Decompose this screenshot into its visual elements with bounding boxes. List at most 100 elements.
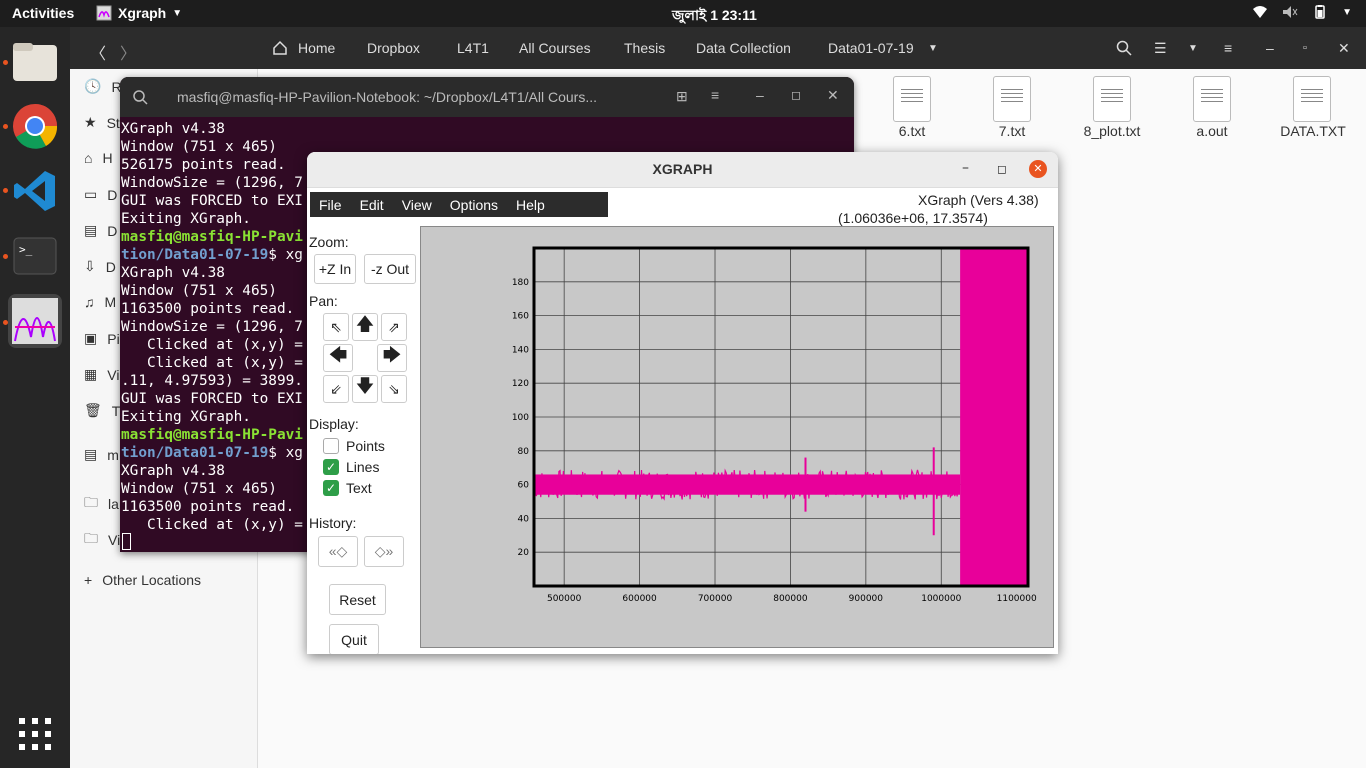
history-forward-icon[interactable]: ◇» (364, 536, 404, 567)
x-tick-label: 1000000 (921, 594, 961, 604)
pan-up-icon[interactable]: 🡅 (352, 313, 378, 341)
search-icon[interactable] (133, 90, 148, 105)
file-name[interactable]: 7.txt (962, 123, 1062, 139)
breadcrumb-l4t1[interactable]: L4T1 (457, 40, 489, 56)
file-name[interactable]: a.out (1162, 123, 1262, 139)
app-menu[interactable]: Xgraph ▼ (96, 5, 182, 21)
terminal-titlebar[interactable]: masfiq@masfiq-HP-Pavilion-Notebook: ~/Dr… (120, 77, 854, 117)
vscode-icon[interactable] (8, 164, 62, 218)
xgraph-titlebar[interactable]: XGRAPH – ◻ ✕ (307, 152, 1058, 188)
sidebar-item-downloads[interactable]: ⇩ D (84, 258, 116, 275)
plus-icon: + (84, 572, 93, 588)
breadcrumb-home[interactable]: Home (298, 40, 335, 56)
activities-button[interactable]: Activities (12, 5, 74, 21)
breadcrumb-all-courses[interactable]: All Courses (519, 40, 591, 56)
home-icon: ⌂ (84, 150, 93, 166)
sidebar-item-trash[interactable]: 🗑 Tr (84, 402, 124, 419)
clock-icon: 🕓 (84, 78, 102, 94)
volume-icon (1283, 6, 1298, 18)
sidebar-item-other-locations[interactable]: + Other Locations (84, 572, 201, 588)
sidebar-item-desktop[interactable]: ▭ D (84, 186, 117, 203)
file-name[interactable]: 6.txt (862, 123, 962, 139)
lines-checkbox[interactable]: ✓ (323, 459, 339, 475)
home-icon (273, 40, 287, 55)
pan-down-icon[interactable]: 🡇 (352, 375, 378, 403)
reset-button[interactable]: Reset (329, 584, 386, 615)
menu-options[interactable]: Options (441, 192, 507, 217)
maximize-icon[interactable]: ◻ (791, 88, 801, 102)
x-tick-label: 900000 (849, 594, 884, 604)
sidebar-item-folder-vi[interactable]: 🗀 Vi (84, 528, 120, 552)
new-tab-icon[interactable]: ⊞ (676, 88, 688, 105)
sidebar-item-home[interactable]: ⌂ H (84, 150, 113, 166)
list-view-icon[interactable]: ☰ (1154, 40, 1167, 57)
binary-file-icon[interactable] (1193, 76, 1231, 122)
close-icon[interactable]: ✕ (1338, 40, 1350, 57)
pan-up-right-icon[interactable]: ⇗ (381, 313, 407, 341)
pan-left-icon[interactable]: 🡄 (323, 344, 353, 372)
text-file-icon[interactable] (993, 76, 1031, 122)
search-icon[interactable] (1116, 40, 1132, 56)
chrome-icon[interactable] (8, 99, 62, 153)
points-checkbox[interactable] (323, 438, 339, 454)
pan-down-right-icon[interactable]: ⇘ (381, 375, 407, 403)
breadcrumb-thesis[interactable]: Thesis (624, 40, 665, 56)
menu-edit[interactable]: Edit (351, 192, 393, 217)
menu-file[interactable]: File (310, 192, 351, 217)
music-icon: ♫ (84, 294, 95, 310)
terminal-title: masfiq@masfiq-HP-Pavilion-Notebook: ~/Dr… (177, 89, 597, 105)
text-file-icon[interactable] (1093, 76, 1131, 122)
chart-svg[interactable]: 500000 600000 700000 800000 900000 1000000 110… (421, 227, 1053, 647)
minimize-icon[interactable]: – (962, 160, 969, 176)
zoom-in-button[interactable]: +Z In (314, 254, 356, 284)
chevron-down-icon[interactable]: ▼ (1188, 43, 1198, 54)
close-icon[interactable]: ✕ (1029, 160, 1047, 178)
text-checkbox[interactable]: ✓ (323, 480, 339, 496)
menu-icon[interactable]: ≡ (1224, 40, 1232, 56)
menu-icon[interactable]: ≡ (711, 87, 719, 103)
x-tick-label: 500000 (547, 594, 582, 604)
clock[interactable]: জুলাই 1 23:11 (672, 4, 757, 28)
show-apps-icon[interactable] (8, 707, 62, 761)
pan-down-left-icon[interactable]: ⇙ (323, 375, 349, 403)
pan-right-icon[interactable]: 🡆 (377, 344, 407, 372)
file-name[interactable]: 8_plot.txt (1062, 123, 1162, 139)
sidebar-item-starred[interactable]: ★ St (84, 114, 120, 131)
menu-help[interactable]: Help (507, 192, 554, 217)
quit-button[interactable]: Quit (329, 624, 379, 654)
sidebar-item-drive[interactable]: ▤ m (84, 446, 119, 463)
xgraph-dock-icon[interactable] (8, 294, 62, 348)
breadcrumb-data01-07-19[interactable]: Data01-07-19 (828, 40, 914, 56)
history-back-icon[interactable]: «◇ (318, 536, 358, 567)
back-icon[interactable]: 〈 (90, 40, 106, 64)
maximize-icon[interactable]: ◻ (997, 162, 1007, 176)
maximize-icon[interactable]: ▫ (1303, 42, 1307, 54)
files-app-icon[interactable] (8, 35, 62, 89)
breadcrumb-data-collection[interactable]: Data Collection (696, 40, 791, 56)
series-saturated-region (960, 248, 1028, 586)
breadcrumb-dropbox[interactable]: Dropbox (367, 40, 420, 56)
chevron-down-icon[interactable]: ▼ (928, 43, 938, 54)
sidebar-item-folder-la[interactable]: 🗀 la (84, 492, 119, 516)
terminal-icon[interactable]: >_ (8, 229, 62, 283)
close-icon[interactable]: ✕ (827, 87, 839, 104)
sidebar-item-videos[interactable]: ▦ Vi (84, 366, 119, 383)
minimize-icon[interactable]: – (756, 87, 764, 103)
sidebar-item-documents[interactable]: ▤ D (84, 222, 117, 239)
zoom-out-button[interactable]: -z Out (364, 254, 416, 284)
system-tray[interactable]: ▼ (1252, 5, 1352, 19)
file-name[interactable]: DATA.TXT (1263, 123, 1363, 139)
text-file-icon[interactable] (893, 76, 931, 122)
minimize-icon[interactable]: – (1266, 40, 1274, 56)
sidebar-item-pictures[interactable]: ▣ Pi (84, 330, 120, 347)
y-tick-label: 80 (518, 447, 530, 457)
xgraph-window[interactable]: XGRAPH – ◻ ✕ File Edit View Options Help… (307, 152, 1058, 654)
xgraph-app-icon (96, 5, 112, 21)
sidebar-item-music[interactable]: ♫ M (84, 294, 116, 310)
plot-area[interactable]: 500000 600000 700000 800000 900000 1000000 110… (420, 226, 1054, 648)
menu-view[interactable]: View (393, 192, 441, 217)
text-file-icon[interactable] (1293, 76, 1331, 122)
pan-up-left-icon[interactable]: ⇖ (323, 313, 349, 341)
terminal-line: XGraph v4.38 (121, 121, 225, 137)
forward-icon[interactable]: 〉 (120, 40, 136, 64)
